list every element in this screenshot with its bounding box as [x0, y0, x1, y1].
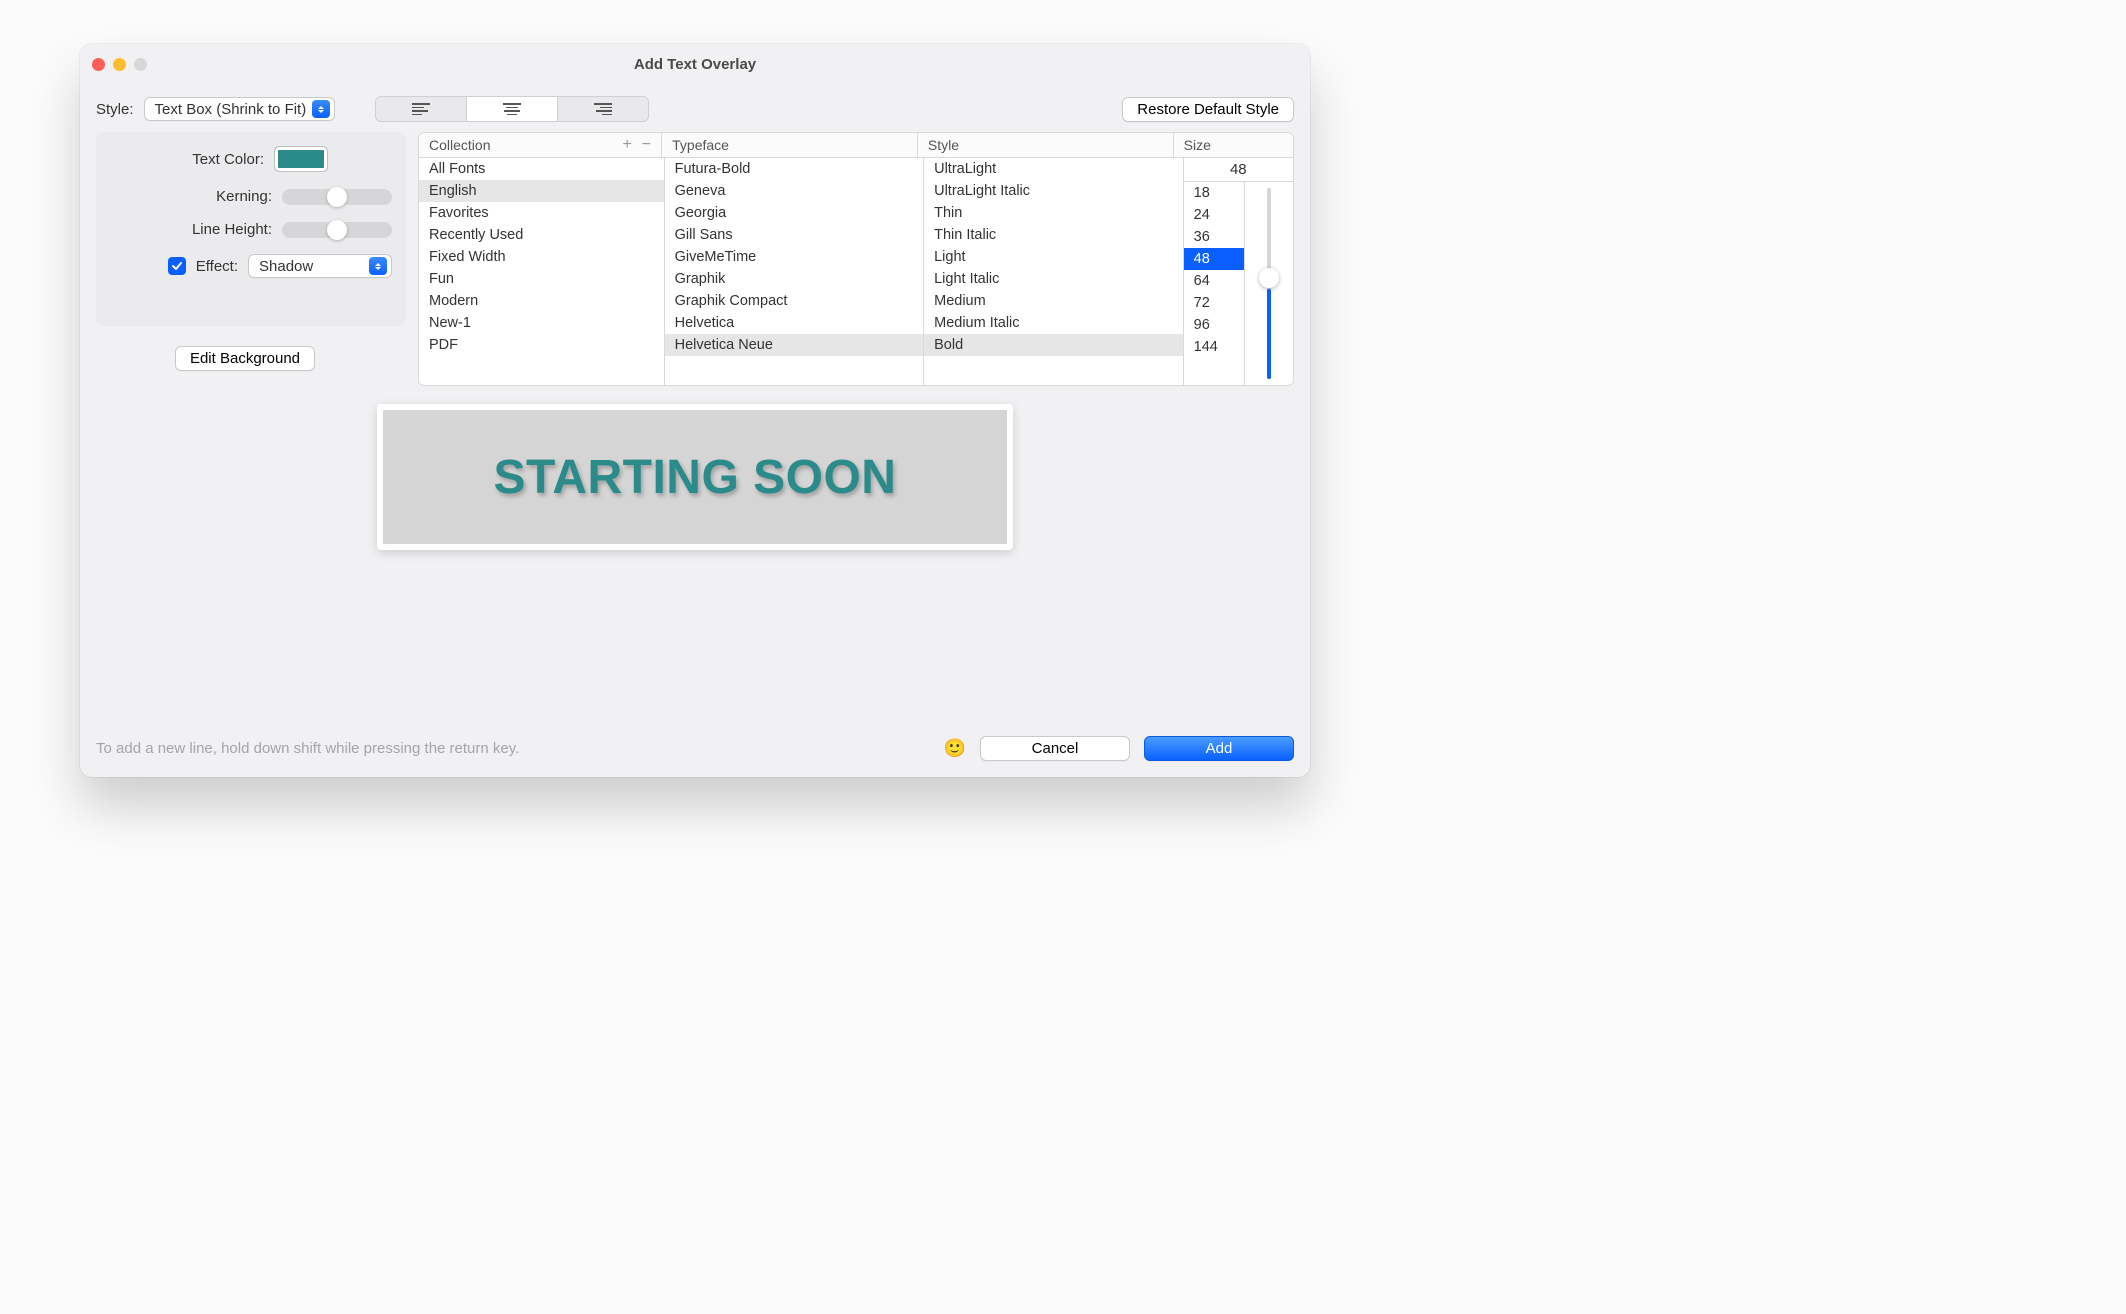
effect-select[interactable]: Shadow [248, 254, 392, 278]
list-item[interactable]: Fixed Width [419, 246, 664, 268]
list-item[interactable]: Futura-Bold [665, 158, 924, 180]
zoom-window-button[interactable] [134, 58, 147, 71]
list-item[interactable]: 64 [1184, 270, 1244, 292]
preview-frame: STARTING SOON [377, 404, 1013, 550]
titlebar: Add Text Overlay [80, 44, 1310, 78]
list-item[interactable]: Thin [924, 202, 1183, 224]
list-item[interactable]: 144 [1184, 336, 1244, 358]
emoji-picker-button[interactable]: 🙂 [944, 738, 966, 759]
body-row: Text Color: Kerning: Line Height: Eff [80, 132, 1310, 386]
list-item[interactable]: Favorites [419, 202, 664, 224]
effect-value: Shadow [259, 258, 319, 275]
list-item[interactable]: 72 [1184, 292, 1244, 314]
list-item[interactable]: Gill Sans [665, 224, 924, 246]
size-list[interactable]: 18243648647296144 [1184, 182, 1245, 385]
slider-knob[interactable] [1259, 268, 1279, 288]
align-left-icon [412, 103, 430, 115]
size-slider[interactable] [1245, 182, 1293, 385]
collection-header: Collection + − [419, 133, 662, 157]
size-header: Size [1174, 133, 1293, 157]
effect-label: Effect: [196, 258, 238, 275]
add-button[interactable]: Add [1144, 736, 1294, 761]
list-item[interactable]: English [419, 180, 664, 202]
traffic-lights [92, 58, 147, 71]
style-label: Style: [96, 101, 134, 118]
list-item[interactable]: 48 [1184, 248, 1244, 270]
style-select[interactable]: Text Box (Shrink to Fit) [144, 97, 336, 121]
minimize-window-button[interactable] [113, 58, 126, 71]
preview-zone: STARTING SOON [96, 404, 1294, 550]
size-input[interactable]: 48 [1184, 158, 1293, 182]
list-item[interactable]: 18 [1184, 182, 1244, 204]
list-item[interactable]: Modern [419, 290, 664, 312]
dropdown-stepper-icon [312, 100, 330, 118]
list-item[interactable]: Medium [924, 290, 1183, 312]
list-item[interactable]: UltraLight Italic [924, 180, 1183, 202]
align-right-button[interactable] [558, 97, 648, 121]
left-column: Text Color: Kerning: Line Height: Eff [96, 132, 406, 386]
list-item[interactable]: 24 [1184, 204, 1244, 226]
style-header: Style [918, 133, 1174, 157]
text-color-swatch[interactable] [274, 146, 328, 172]
collection-header-label: Collection [429, 137, 490, 153]
checkmark-icon [171, 260, 183, 272]
preview-box[interactable]: STARTING SOON [383, 410, 1007, 544]
alignment-segmented [375, 96, 649, 122]
list-item[interactable]: New-1 [419, 312, 664, 334]
window-title: Add Text Overlay [80, 56, 1310, 73]
close-window-button[interactable] [92, 58, 105, 71]
list-item[interactable]: 96 [1184, 314, 1244, 336]
kerning-slider[interactable] [282, 189, 392, 205]
kerning-label: Kerning: [160, 188, 272, 205]
list-item[interactable]: Bold [924, 334, 1183, 356]
list-item[interactable]: PDF [419, 334, 664, 356]
list-item[interactable]: Graphik Compact [665, 290, 924, 312]
text-color-label: Text Color: [152, 151, 264, 168]
list-item[interactable]: Helvetica Neue [665, 334, 924, 356]
line-height-label: Line Height: [160, 221, 272, 238]
toolbar: Style: Text Box (Shrink to Fit) Restore … [80, 78, 1310, 132]
dialog-window: Add Text Overlay Style: Text Box (Shrink… [80, 44, 1310, 777]
list-item[interactable]: UltraLight [924, 158, 1183, 180]
size-column: 48 18243648647296144 [1184, 158, 1293, 385]
cancel-button[interactable]: Cancel [980, 736, 1130, 761]
footer: To add a new line, hold down shift while… [96, 736, 1294, 761]
list-item[interactable]: 36 [1184, 226, 1244, 248]
list-item[interactable]: Medium Italic [924, 312, 1183, 334]
hint-text: To add a new line, hold down shift while… [96, 740, 930, 757]
list-item[interactable]: Light [924, 246, 1183, 268]
align-center-button[interactable] [467, 97, 558, 121]
remove-collection-button[interactable]: − [642, 137, 651, 153]
list-item[interactable]: Helvetica [665, 312, 924, 334]
text-style-panel: Text Color: Kerning: Line Height: Eff [96, 132, 406, 326]
list-item[interactable]: All Fonts [419, 158, 664, 180]
style-list[interactable]: UltraLightUltraLight ItalicThinThin Ital… [924, 158, 1184, 385]
font-picker: Collection + − Typeface Style Size All F… [418, 132, 1294, 386]
line-height-slider[interactable] [282, 222, 392, 238]
list-item[interactable]: Graphik [665, 268, 924, 290]
dropdown-stepper-icon [369, 257, 387, 275]
align-center-icon [503, 103, 521, 115]
effect-checkbox[interactable] [168, 257, 186, 275]
typeface-header: Typeface [662, 133, 918, 157]
add-collection-button[interactable]: + [622, 137, 631, 153]
list-item[interactable]: Geneva [665, 180, 924, 202]
list-item[interactable]: Thin Italic [924, 224, 1183, 246]
preview-text: STARTING SOON [494, 450, 897, 505]
collection-list[interactable]: All FontsEnglishFavoritesRecently UsedFi… [419, 158, 665, 385]
style-select-value: Text Box (Shrink to Fit) [155, 101, 313, 118]
restore-default-style-button[interactable]: Restore Default Style [1122, 97, 1294, 122]
align-right-icon [594, 103, 612, 115]
typeface-list[interactable]: Futura-BoldGenevaGeorgiaGill SansGiveMeT… [665, 158, 925, 385]
list-item[interactable]: Fun [419, 268, 664, 290]
list-item[interactable]: Recently Used [419, 224, 664, 246]
list-item[interactable]: GiveMeTime [665, 246, 924, 268]
list-item[interactable]: Georgia [665, 202, 924, 224]
edit-background-button[interactable]: Edit Background [175, 346, 315, 371]
align-left-button[interactable] [376, 97, 467, 121]
list-item[interactable]: Light Italic [924, 268, 1183, 290]
